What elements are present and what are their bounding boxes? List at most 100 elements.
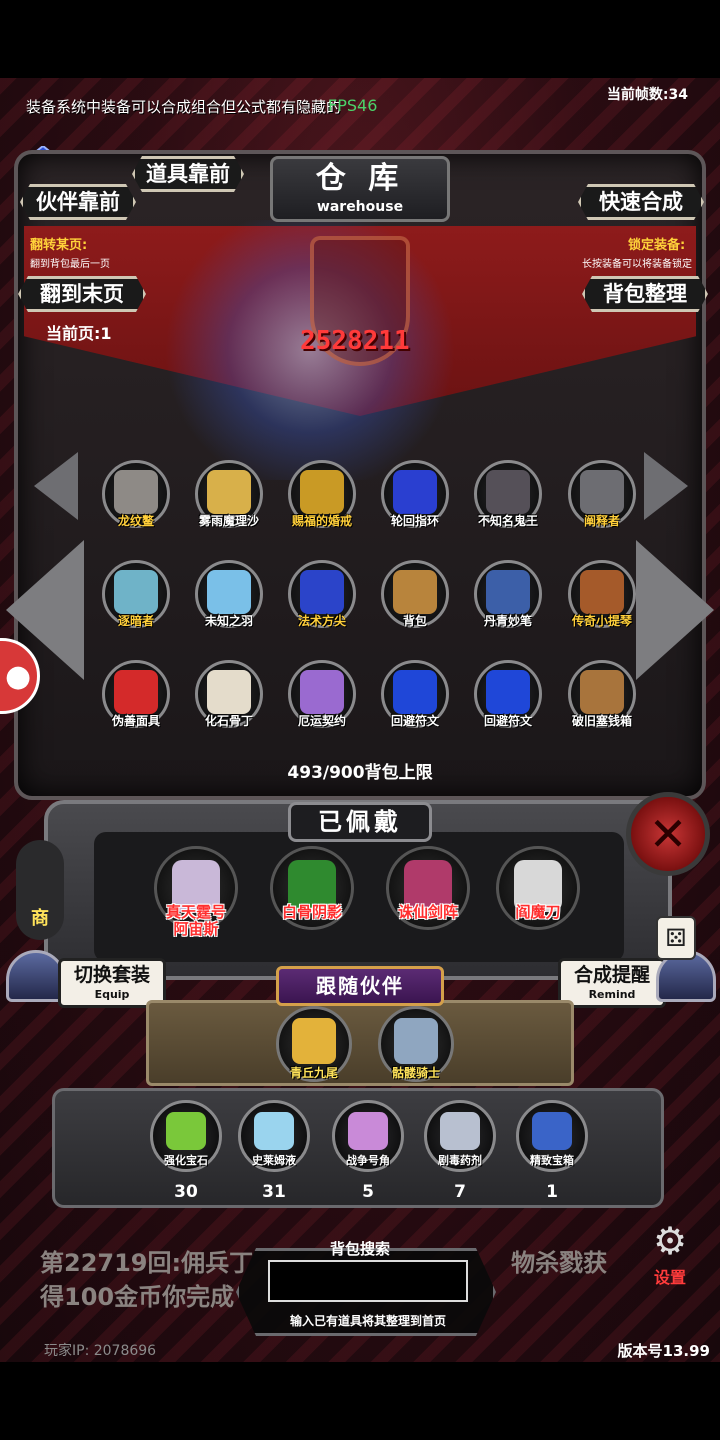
system-ticker: 装备系统中装备可以合成组合但公式都有隐藏的 bbox=[26, 98, 342, 116]
consumable-name: 战争号角 bbox=[346, 1154, 390, 1167]
inventory-slot[interactable]: 雾雨魔理沙 bbox=[187, 458, 271, 542]
item-name: 丹青妙笔 bbox=[483, 614, 532, 628]
item-name: 伪善面具 bbox=[111, 714, 160, 728]
companion-icon bbox=[394, 1018, 438, 1064]
lock-equip-sub: 长按装备可以将装备锁定 bbox=[582, 259, 692, 270]
item-icon bbox=[486, 670, 530, 714]
organize-bag-button[interactable]: 背包整理 bbox=[582, 276, 708, 312]
item-name: 传奇小提琴 bbox=[571, 614, 632, 628]
inventory-slot[interactable]: 回避符文 bbox=[373, 658, 457, 742]
inventory-slot[interactable]: 破旧塞钱箱 bbox=[560, 658, 644, 742]
switch-set-en: Equip bbox=[94, 988, 130, 1001]
equipped-slot[interactable]: 真天霆号 阿宙斯 bbox=[146, 846, 246, 956]
item-icon bbox=[114, 570, 158, 614]
consumable-slot[interactable]: 史莱姆液 31 bbox=[232, 1100, 316, 1212]
item-icon bbox=[207, 670, 251, 714]
item-icon bbox=[393, 570, 437, 614]
item-name: 轮回指环 bbox=[390, 514, 439, 528]
companions-title: 跟随伙伴 bbox=[276, 966, 444, 1006]
item-icon bbox=[114, 670, 158, 714]
equipped-slot[interactable]: 阎魔刀 bbox=[488, 846, 588, 956]
shop-button[interactable]: 商 bbox=[16, 840, 64, 940]
shop-label: 商 bbox=[31, 908, 49, 929]
inventory-slot[interactable]: 伪善面具 bbox=[94, 658, 178, 742]
consumable-slot[interactable]: 强化宝石 30 bbox=[144, 1100, 228, 1212]
item-name: 回避符文 bbox=[483, 714, 532, 728]
inventory-slot[interactable]: 传奇小提琴 bbox=[560, 558, 644, 642]
settings-button[interactable]: ⚙ 设置 bbox=[640, 1218, 700, 1288]
consumable-slot[interactable]: 精致宝箱 1 bbox=[510, 1100, 594, 1212]
item-icon bbox=[580, 470, 624, 514]
bag-capacity: 493/900背包上限 bbox=[287, 763, 433, 783]
item-name: 雾雨魔理沙 bbox=[198, 514, 259, 528]
item-name: 背包 bbox=[402, 614, 427, 628]
item-icon bbox=[114, 470, 158, 514]
combine-remind-button[interactable]: 合成提醒 Remind bbox=[558, 958, 666, 1008]
title-en: warehouse bbox=[316, 199, 404, 215]
player-ip: 玩家IP: 2078696 bbox=[44, 1343, 157, 1359]
item-name: 厄运契约 bbox=[297, 714, 346, 728]
inventory-slot[interactable]: 逐暗者 bbox=[94, 558, 178, 642]
companion-first-button[interactable]: 伙伴靠前 bbox=[20, 184, 136, 220]
inventory-slot[interactable]: 回避符文 bbox=[466, 658, 550, 742]
inventory-slot[interactable]: 龙纹鳌 bbox=[94, 458, 178, 542]
inventory-slot[interactable]: 未知之羽 bbox=[187, 558, 271, 642]
item-icon bbox=[207, 570, 251, 614]
search-hint: 输入已有道具将其整理到首页 bbox=[289, 1314, 446, 1328]
to-last-page-button[interactable]: 翻到末页 bbox=[18, 276, 146, 312]
switch-set-label: 切换套装 bbox=[73, 964, 150, 986]
inventory-slot[interactable]: 法术方尖 bbox=[280, 558, 364, 642]
equipped-slot[interactable]: 诛仙剑阵 bbox=[378, 846, 478, 956]
inventory-slot[interactable]: 化石骨丁 bbox=[187, 658, 271, 742]
consumable-icon bbox=[532, 1112, 572, 1150]
consumable-slot[interactable]: 战争号角 5 bbox=[326, 1100, 410, 1212]
equipped-slot[interactable]: 白骨阴影 bbox=[262, 846, 362, 956]
close-button[interactable]: ✕ bbox=[626, 792, 710, 876]
item-name: 法术方尖 bbox=[297, 614, 346, 628]
equipment-name: 阎魔刀 bbox=[515, 903, 561, 921]
flip-page-label: 翻转某页: bbox=[30, 238, 88, 253]
item-icon bbox=[300, 470, 344, 514]
inventory-slot[interactable]: 赐福的婚戒 bbox=[280, 458, 364, 542]
item-name: 龙纹鳌 bbox=[117, 514, 154, 528]
consumable-icon bbox=[166, 1112, 206, 1150]
dice-icon[interactable]: ⚄ bbox=[656, 916, 696, 960]
inventory-slot[interactable]: 背包 bbox=[373, 558, 457, 642]
item-name: 回避符文 bbox=[390, 714, 439, 728]
score-number: 2528211 bbox=[300, 326, 410, 356]
current-page: 当前页:1 bbox=[46, 324, 112, 343]
version-label: 版本号13.99 bbox=[617, 1342, 710, 1360]
item-icon bbox=[486, 570, 530, 614]
consumable-icon bbox=[254, 1112, 294, 1150]
item-icon bbox=[393, 470, 437, 514]
prev-page-small-arrow[interactable] bbox=[34, 452, 78, 520]
consumable-slot[interactable]: 剧毒药剂 7 bbox=[418, 1100, 502, 1212]
consumable-name: 剧毒药剂 bbox=[438, 1154, 482, 1167]
quick-combine-button[interactable]: 快速合成 bbox=[578, 184, 704, 220]
consumable-count: 1 bbox=[546, 1182, 558, 1202]
item-icon bbox=[300, 570, 344, 614]
items-first-button[interactable]: 道具靠前 bbox=[132, 156, 244, 192]
inventory-slot[interactable]: 轮回指环 bbox=[373, 458, 457, 542]
inventory-slot[interactable]: 阐释者 bbox=[560, 458, 644, 542]
companion-slot[interactable]: 骷髅骑士 bbox=[374, 1006, 458, 1090]
inventory-slot[interactable]: 厄运契约 bbox=[280, 658, 364, 742]
item-name: 未知之羽 bbox=[204, 614, 253, 628]
frame-rate: 当前帧数:34 bbox=[606, 87, 688, 103]
consumable-count: 30 bbox=[174, 1182, 198, 1202]
companion-name: 骷髅骑士 bbox=[391, 1066, 440, 1080]
next-page-arrow[interactable] bbox=[636, 540, 714, 680]
close-icon: ✕ bbox=[648, 807, 688, 861]
flip-page-sub: 翻到背包最后一页 bbox=[30, 259, 110, 270]
equip-helmet-icon bbox=[6, 950, 66, 1002]
companion-slot[interactable]: 青丘九尾 bbox=[272, 1006, 356, 1090]
item-name: 化石骨丁 bbox=[204, 714, 253, 728]
consumable-icon bbox=[440, 1112, 480, 1150]
search-input[interactable] bbox=[268, 1260, 468, 1302]
item-icon bbox=[580, 570, 624, 614]
next-page-small-arrow[interactable] bbox=[644, 452, 688, 520]
inventory-slot[interactable]: 丹青妙笔 bbox=[466, 558, 550, 642]
inventory-slot[interactable]: 不知名鬼王 bbox=[466, 458, 550, 542]
equipment-name: 诛仙剑阵 bbox=[397, 903, 458, 921]
title-cn: 仓 库 bbox=[315, 161, 405, 196]
